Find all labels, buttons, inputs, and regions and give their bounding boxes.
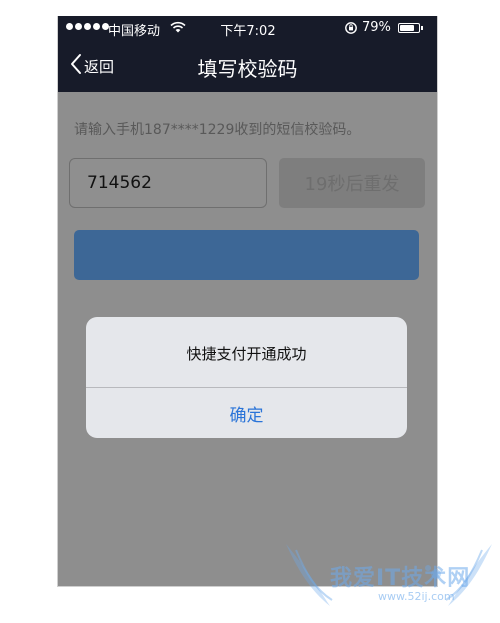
watermark-text: 我爱IT技术网 (330, 566, 471, 591)
verification-form: 请输入手机187****1229收到的短信校验码。 19秒后重发 快捷支付开通成… (58, 92, 437, 586)
navigation-bar: 返回 填写校验码 (58, 40, 437, 92)
battery-percentage: 79% (362, 20, 391, 35)
battery-icon (398, 23, 423, 33)
wifi-icon (170, 21, 186, 37)
sms-hint-text: 请输入手机187****1229收到的短信校验码。 (74, 122, 361, 138)
phone-screen: 中国移动 下午7:02 79% 返回 填写校验码 请输入手机187****122… (57, 16, 438, 587)
submit-button[interactable] (74, 230, 419, 280)
signal-strength-icon (66, 23, 109, 30)
carrier-name: 中国移动 (108, 24, 161, 39)
status-bar: 中国移动 下午7:02 79% (58, 16, 437, 40)
alert-confirm-button[interactable]: 确定 (86, 388, 407, 438)
resend-code-button[interactable]: 19秒后重发 (279, 158, 425, 208)
rotation-lock-icon (344, 21, 358, 39)
page-title: 填写校验码 (197, 57, 298, 81)
alert-message: 快捷支付开通成功 (186, 345, 307, 363)
clock: 下午7:02 (220, 24, 276, 39)
success-alert-dialog: 快捷支付开通成功 确定 (86, 317, 407, 438)
site-watermark: 我爱IT技术网 www.52ij.com (278, 540, 500, 619)
verification-code-input[interactable] (69, 158, 267, 208)
watermark-url: www.52ij.com (378, 590, 455, 603)
